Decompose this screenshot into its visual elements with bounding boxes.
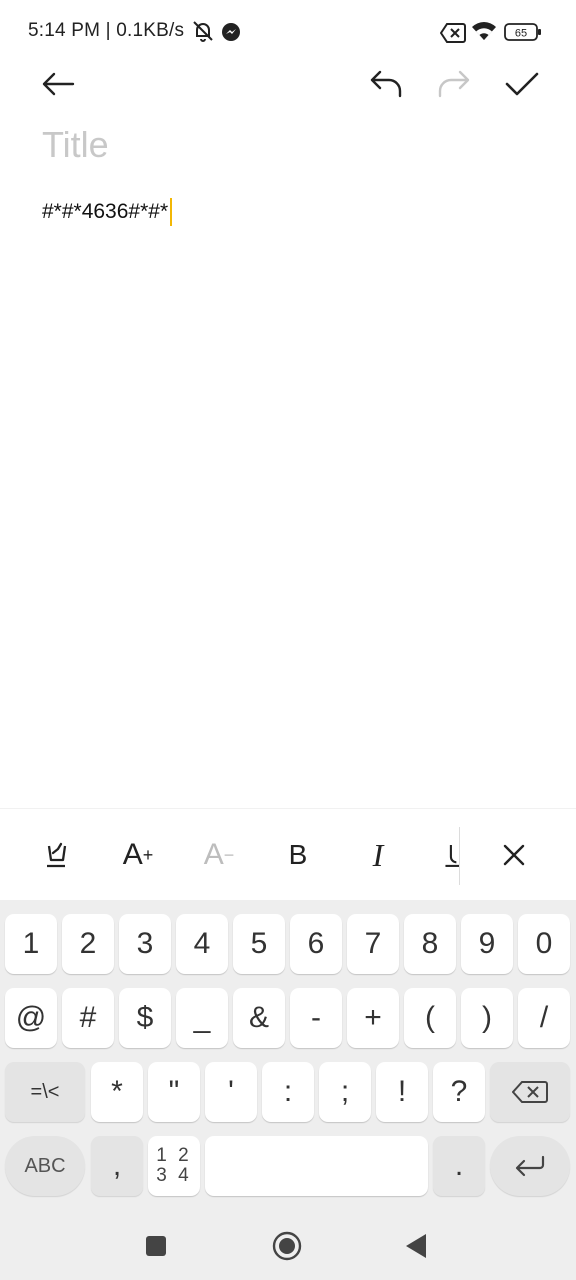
key-4[interactable]: 4: [176, 914, 228, 974]
key-0[interactable]: 0: [518, 914, 570, 974]
note-body-text: #*#*4636#*#*: [42, 200, 169, 223]
recents-button[interactable]: [136, 1226, 176, 1266]
home-icon: [272, 1231, 302, 1261]
symbol-keyboard: 1 2 3 4 5 6 7 8 9 0 @ # $ _ & - + ( ) / …: [0, 900, 576, 1210]
back-arrow-icon: [42, 72, 75, 96]
redo-button[interactable]: [430, 60, 478, 108]
key-exclamation[interactable]: !: [376, 1062, 428, 1122]
text-caret: [170, 198, 173, 226]
back-button[interactable]: [34, 60, 82, 108]
italic-label: I: [372, 836, 384, 873]
enter-key[interactable]: [490, 1136, 570, 1196]
key-comma[interactable]: ,: [91, 1136, 143, 1196]
key-at[interactable]: @: [5, 988, 57, 1048]
key-plus[interactable]: +: [347, 988, 399, 1048]
decrease-font-label: A: [203, 838, 224, 871]
key-period[interactable]: .: [433, 1136, 485, 1196]
nav-back-button[interactable]: [396, 1226, 436, 1266]
undo-button[interactable]: [362, 60, 410, 108]
highlight-button[interactable]: [34, 831, 82, 879]
status-bar: 5:14 PM | 0.1KB/s 65: [0, 0, 576, 64]
numpad-line2: 3 4: [156, 1165, 192, 1186]
note-toolbar: [0, 60, 576, 112]
status-time-speed: 5:14 PM | 0.1KB/s: [28, 20, 185, 41]
underline-button[interactable]: [440, 831, 460, 879]
sim-off-icon: [439, 22, 466, 49]
decrease-font-sup: −: [223, 844, 235, 865]
key-more-symbols[interactable]: =\<: [5, 1062, 85, 1122]
key-double-quote[interactable]: ": [148, 1062, 200, 1122]
check-icon: [505, 72, 539, 96]
space-key[interactable]: [205, 1136, 428, 1196]
key-6[interactable]: 6: [290, 914, 342, 974]
key-3[interactable]: 3: [119, 914, 171, 974]
key-colon[interactable]: :: [262, 1062, 314, 1122]
key-7[interactable]: 7: [347, 914, 399, 974]
battery-level: 65: [515, 28, 527, 40]
increase-font-button[interactable]: A +: [114, 831, 162, 879]
bold-label: B: [288, 839, 308, 870]
save-check-button[interactable]: [498, 60, 546, 108]
key-asterisk[interactable]: *: [91, 1062, 143, 1122]
key-single-quote[interactable]: ': [205, 1062, 257, 1122]
format-bar-divider: [459, 827, 460, 885]
recents-icon: [146, 1236, 166, 1256]
decrease-font-button[interactable]: A −: [195, 831, 243, 879]
format-bar: A + A − B I: [0, 808, 576, 901]
key-semicolon[interactable]: ;: [319, 1062, 371, 1122]
numpad-label: 1 2 3 4: [156, 1146, 191, 1186]
system-nav-bar: [0, 1210, 576, 1280]
key-1[interactable]: 1: [5, 914, 57, 974]
increase-font-label: A: [122, 838, 143, 871]
italic-button[interactable]: I: [354, 831, 402, 879]
key-5[interactable]: 5: [233, 914, 285, 974]
key-slash[interactable]: /: [518, 988, 570, 1048]
underline-icon: [445, 845, 460, 867]
backspace-icon: [512, 1081, 548, 1103]
key-8[interactable]: 8: [404, 914, 456, 974]
enter-icon: [515, 1155, 545, 1177]
key-right-paren[interactable]: ): [461, 988, 513, 1048]
key-2[interactable]: 2: [62, 914, 114, 974]
wifi-icon: [471, 20, 497, 47]
close-icon: [503, 844, 525, 866]
messenger-icon: [221, 22, 241, 47]
key-abc[interactable]: ABC: [5, 1136, 85, 1196]
redo-icon: [438, 70, 470, 98]
key-hash[interactable]: #: [62, 988, 114, 1048]
key-minus[interactable]: -: [290, 988, 342, 1048]
numpad-line1: 1 2: [156, 1145, 192, 1166]
increase-font-sup: +: [142, 844, 154, 865]
highlight-icon: [47, 842, 67, 868]
key-left-paren[interactable]: (: [404, 988, 456, 1048]
back-icon: [406, 1234, 426, 1258]
key-numpad[interactable]: 1 2 3 4: [148, 1136, 200, 1196]
home-button[interactable]: [267, 1226, 307, 1266]
title-field[interactable]: Title: [42, 124, 109, 166]
key-ampersand[interactable]: &: [233, 988, 285, 1048]
key-dollar[interactable]: $: [119, 988, 171, 1048]
close-format-button[interactable]: [490, 831, 538, 879]
backspace-key[interactable]: [490, 1062, 570, 1122]
undo-icon: [370, 70, 402, 98]
key-9[interactable]: 9: [461, 914, 513, 974]
key-underscore[interactable]: _: [176, 988, 228, 1048]
key-question[interactable]: ?: [433, 1062, 485, 1122]
bold-button[interactable]: B: [274, 831, 322, 879]
mute-icon: [190, 18, 216, 49]
note-body-field[interactable]: #*#*4636#*#*: [42, 198, 173, 226]
battery-icon: 65: [504, 22, 542, 47]
